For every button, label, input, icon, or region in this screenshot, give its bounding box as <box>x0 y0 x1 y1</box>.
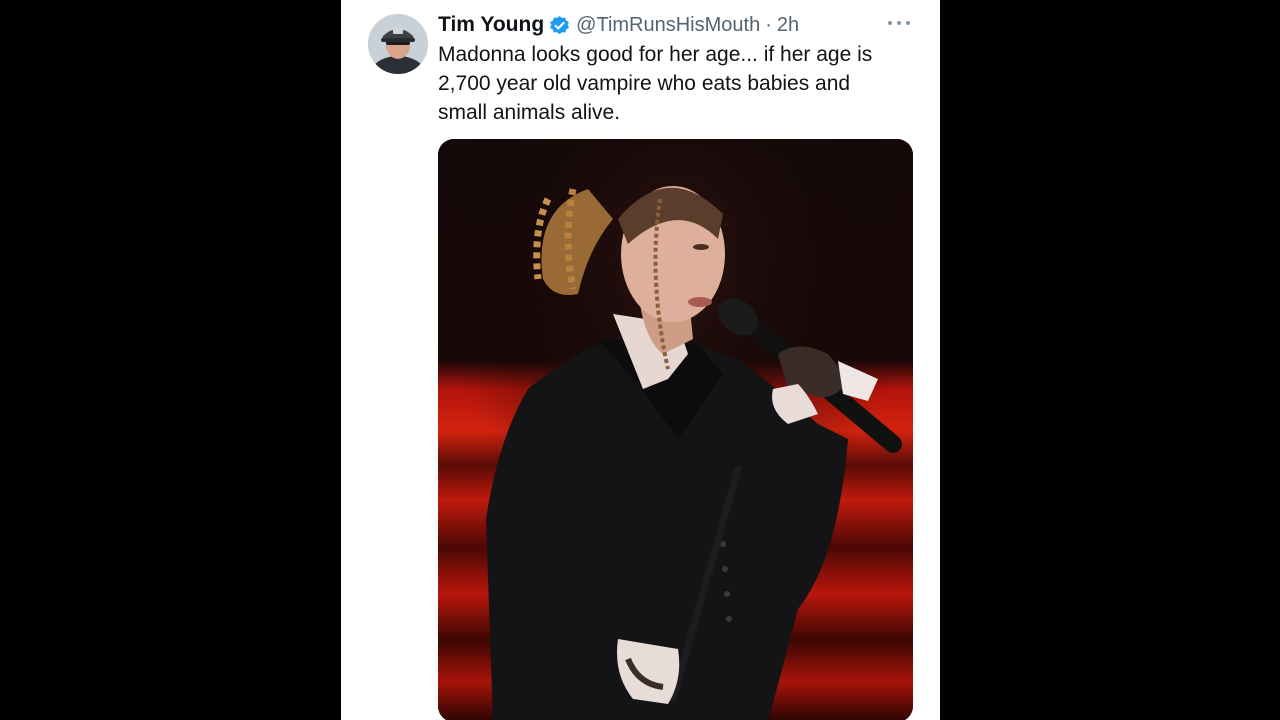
display-name[interactable]: Tim Young <box>438 13 544 37</box>
user-handle[interactable]: @TimRunsHisMouth <box>576 14 760 37</box>
tweet-photo[interactable] <box>438 139 913 720</box>
tweet-text: Madonna looks good for her age... if her… <box>438 40 923 127</box>
verified-badge-icon <box>549 15 570 36</box>
more-options-icon[interactable] <box>888 13 910 33</box>
tweet-card[interactable]: Tim Young @TimRunsHisMouth · 2h Madonna … <box>341 0 940 720</box>
timestamp[interactable]: 2h <box>777 14 799 37</box>
user-avatar[interactable] <box>368 14 428 74</box>
performer-photo-image <box>438 139 913 720</box>
avatar-photo-icon <box>368 14 428 74</box>
separator: · <box>765 13 772 36</box>
tweet-text-line: small animals alive. <box>438 101 621 124</box>
tweet-header: Tim Young @TimRunsHisMouth · 2h <box>438 11 799 39</box>
tweet-text-line: Madonna looks good for her age... if her… <box>438 43 873 66</box>
tweet-text-line: 2,700 year old vampire who eats babies a… <box>438 72 851 95</box>
